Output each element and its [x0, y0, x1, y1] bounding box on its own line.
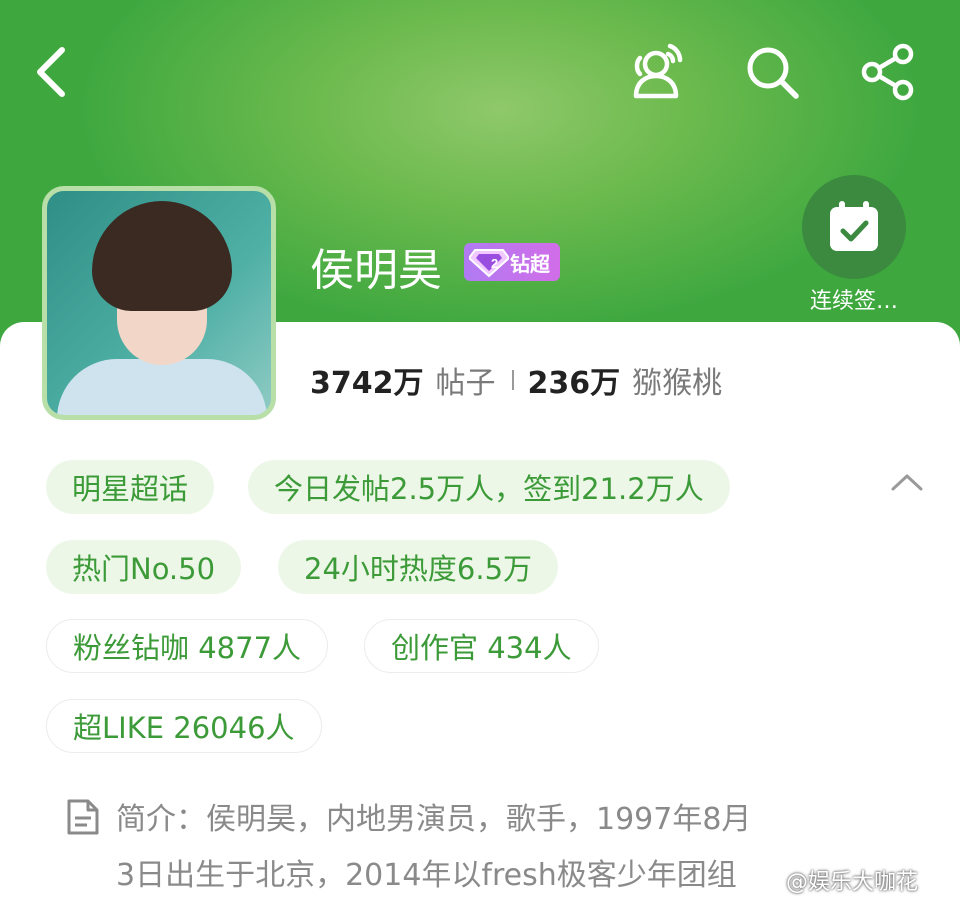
tag-rank[interactable]: 热门No.50 [46, 540, 242, 594]
avatar-shirt [57, 359, 267, 415]
badge-label: 钻超 [510, 251, 550, 276]
topic-name: 侯明昊 [310, 245, 442, 296]
document-icon [64, 798, 102, 836]
checkin-button[interactable]: 连续签… [792, 175, 916, 315]
watermark: @娱乐大咖花 [786, 870, 919, 895]
topic-intro[interactable]: 简介：侯明昊，内地男演员，歌手，1997年8月 3日出生于北京，2014年以fr… [116, 792, 856, 904]
tag-creators[interactable]: 创作官 434人 [364, 619, 599, 673]
avatar[interactable] [42, 186, 276, 420]
search-icon [747, 47, 799, 99]
fans-label: 猕猴桃 [632, 366, 723, 401]
calendar-check-icon [830, 201, 878, 251]
posts-count: 3742万 [310, 366, 424, 401]
badge-level: 2 [491, 256, 498, 271]
diamond-icon: 2 [468, 245, 510, 279]
avatar-hair [92, 201, 232, 311]
chat-people-icon [633, 43, 683, 99]
collapse-button[interactable] [880, 462, 934, 502]
checkin-circle [802, 175, 906, 279]
tag-diamond-fans[interactable]: 粉丝钻咖 4877人 [46, 619, 329, 673]
back-arrow-icon [37, 47, 65, 97]
back-button[interactable] [20, 40, 84, 104]
tag-heat[interactable]: 24小时热度6.5万 [278, 540, 559, 594]
tag-category[interactable]: 明星超话 [46, 460, 215, 514]
fans-count: 236万 [527, 366, 621, 401]
search-button[interactable] [740, 40, 804, 104]
chevron-up-icon [891, 474, 923, 491]
share-icon [861, 43, 914, 101]
tag-today-stats[interactable]: 今日发帖2.5万人，签到21.2万人 [248, 460, 730, 514]
intro-line-2: 3日出生于北京，2014年以fresh极客少年团组 [116, 858, 737, 893]
topic-stats: 3742万 帖子 236万 猕猴桃 [310, 360, 723, 401]
level-badge[interactable]: 2 钻超 [464, 243, 560, 281]
share-button[interactable] [856, 40, 920, 104]
chat-button[interactable] [624, 40, 688, 104]
checkin-label: 连续签… [809, 289, 898, 314]
posts-label: 帖子 [435, 366, 496, 401]
tag-super-like[interactable]: 超LIKE 26046人 [46, 699, 322, 753]
stats-divider [511, 370, 514, 390]
intro-line-1: 简介：侯明昊，内地男演员，歌手，1997年8月 [116, 802, 752, 837]
